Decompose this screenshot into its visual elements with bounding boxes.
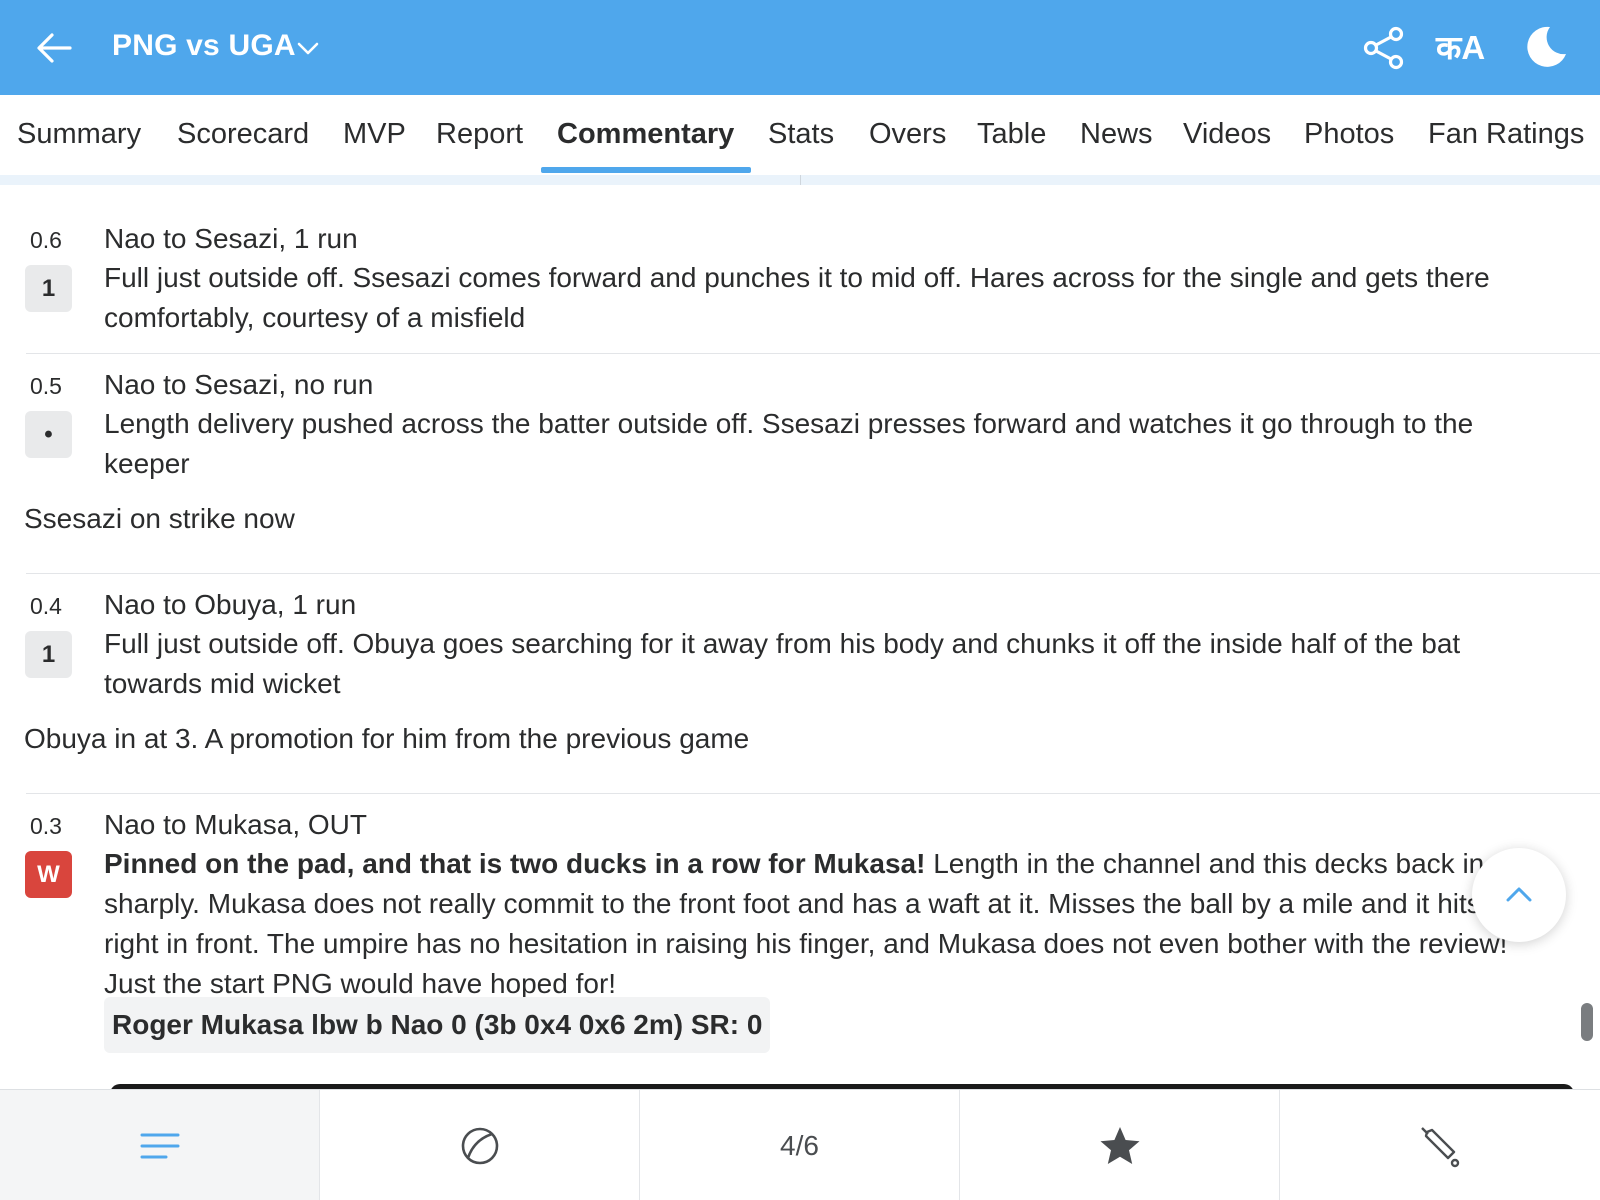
over-number: 0.5 — [30, 373, 62, 399]
share-icon[interactable] — [1362, 26, 1406, 70]
ball-description: Full just outside off. Ssesazi comes for… — [104, 262, 1490, 333]
cricket-bat-icon — [1421, 1126, 1460, 1167]
tab-news[interactable]: News — [1080, 118, 1153, 151]
ball-description: Length delivery pushed across the batter… — [104, 408, 1474, 479]
tab-table[interactable]: Table — [977, 118, 1046, 151]
language-toggle-button[interactable]: कA — [1436, 26, 1485, 70]
tab-photos[interactable]: Photos — [1304, 118, 1394, 151]
dismissal-summary: Roger Mukasa lbw b Nao 0 (3b 0x4 0x6 2m)… — [104, 997, 771, 1053]
active-tab-indicator — [541, 167, 751, 173]
bottom-nav-favorites[interactable] — [960, 1090, 1280, 1200]
bottom-nav-ball-by-ball[interactable] — [320, 1090, 640, 1200]
ball-highlight: Pinned on the pad, and that is two ducks… — [104, 848, 926, 879]
ball-headline: Nao to Sesazi, no run — [104, 369, 374, 400]
tab-overs[interactable]: Overs — [869, 118, 946, 151]
ball-headline: Nao to Sesazi, 1 run — [104, 223, 358, 254]
tab-summary[interactable]: Summary — [17, 118, 141, 151]
wicket-badge: W — [25, 851, 72, 898]
tab-scorecard[interactable]: Scorecard — [177, 118, 309, 151]
over-number: 0.4 — [30, 593, 62, 619]
divider — [26, 573, 1600, 574]
tab-mvp[interactable]: MVP — [343, 118, 406, 151]
match-tabs: Summary Scorecard MVP Report Commentary … — [0, 95, 1600, 175]
tab-commentary[interactable]: Commentary — [557, 118, 734, 151]
ball-description: Full just outside off. Obuya goes search… — [104, 628, 1461, 699]
commentary-feed[interactable]: 0.6 1 Nao to Sesazi, 1 run Full just out… — [0, 185, 1600, 1090]
tab-report[interactable]: Report — [436, 118, 523, 151]
over-number: 0.6 — [30, 227, 62, 253]
scroll-to-top-button[interactable] — [1472, 848, 1566, 942]
tab-fan-ratings[interactable]: Fan Ratings — [1428, 118, 1584, 151]
commentary-note: Ssesazi on strike now — [24, 503, 295, 534]
app-bar: PNG vs UGA कA — [0, 0, 1600, 95]
bottom-nav-batting[interactable] — [1280, 1090, 1600, 1200]
divider — [26, 353, 1600, 354]
ball-result-badge: 1 — [25, 265, 72, 312]
dark-mode-moon-icon[interactable] — [1523, 24, 1569, 70]
tab-videos[interactable]: Videos — [1183, 118, 1271, 151]
commentary-note: Obuya in at 3. A promotion for him from … — [24, 723, 750, 754]
ball-result-badge: 1 — [25, 631, 72, 678]
chevron-up-icon — [1506, 887, 1532, 902]
ball-headline: Nao to Obuya, 1 run — [104, 589, 357, 620]
ball-headline: Nao to Mukasa, OUT — [104, 809, 367, 840]
ball-icon — [461, 1127, 498, 1164]
divider — [26, 793, 1600, 794]
menu-icon — [140, 1133, 179, 1158]
star-icon — [1100, 1126, 1139, 1164]
tabs-divider-tick — [800, 175, 801, 185]
over-number: 0.3 — [30, 813, 62, 839]
ball-result-badge: • — [25, 411, 72, 458]
chevron-down-icon[interactable] — [296, 37, 320, 61]
scrollbar-thumb[interactable] — [1581, 1003, 1593, 1041]
bottom-navigation: 4/6 — [0, 1089, 1600, 1200]
page-indicator: 4/6 — [780, 1129, 819, 1161]
back-arrow-icon[interactable] — [34, 28, 74, 68]
bottom-nav-commentary[interactable] — [0, 1090, 320, 1200]
ball-description: Pinned on the pad, and that is two ducks… — [104, 844, 1564, 1004]
tab-stats[interactable]: Stats — [768, 118, 834, 151]
match-title[interactable]: PNG vs UGA — [112, 29, 296, 63]
bottom-nav-page[interactable]: 4/6 — [640, 1090, 960, 1200]
